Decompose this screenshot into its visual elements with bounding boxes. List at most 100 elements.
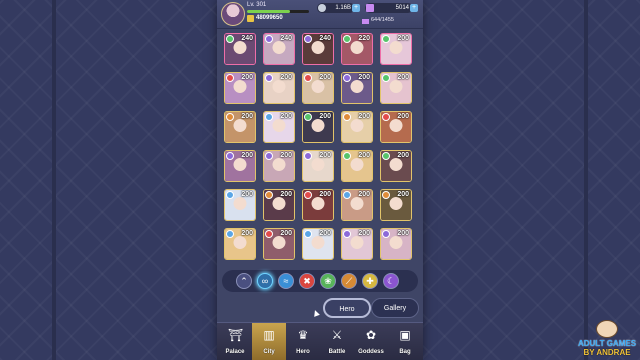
earth-element-icon[interactable]: ⟋	[341, 273, 357, 289]
hero-card[interactable]: 200	[341, 189, 373, 221]
tab-hero[interactable]: Hero	[323, 298, 371, 318]
hero-card[interactable]: 200	[380, 150, 412, 182]
hero-element-badge	[382, 191, 390, 199]
nav-label: Battle	[328, 349, 346, 355]
hero-card[interactable]: 200	[263, 111, 295, 143]
water-element-icon[interactable]: ≈	[278, 273, 294, 289]
hero-level: 200	[397, 74, 409, 81]
hero-element-badge	[343, 230, 351, 238]
hero-icon: ♛	[297, 328, 309, 342]
nav-hero[interactable]: ♛ Hero	[286, 323, 320, 360]
hero-card[interactable]: 200	[380, 228, 412, 260]
hero-card[interactable]: 200	[380, 33, 412, 65]
hero-card[interactable]: 200	[380, 72, 412, 104]
hero-card[interactable]: 200	[380, 111, 412, 143]
wind-element-icon[interactable]: ❀	[320, 273, 336, 289]
hero-element-badge	[226, 152, 234, 160]
hero-level: 200	[280, 191, 292, 198]
infinity-icon[interactable]: ∞	[257, 273, 273, 289]
hero-element-badge	[226, 191, 234, 199]
mouse-cursor	[312, 309, 320, 317]
battle-icon: ⚔	[331, 328, 343, 342]
hero-card[interactable]: 200	[224, 111, 256, 143]
hero-level: 200	[280, 113, 292, 120]
hero-level: 200	[397, 230, 409, 237]
hero-level: 200	[319, 74, 331, 81]
hero-card[interactable]: 200	[263, 228, 295, 260]
hero-element-badge	[343, 35, 351, 43]
bag-icon: ▣	[399, 328, 411, 342]
light-element-icon-glyph: ✚	[366, 276, 374, 286]
goddess-icon: ✿	[365, 328, 377, 342]
nav-battle[interactable]: ⚔ Battle	[320, 323, 354, 360]
hero-level: 200	[397, 35, 409, 42]
hero-card[interactable]: 240	[224, 33, 256, 65]
hero-level: 200	[280, 230, 292, 237]
light-element-icon[interactable]: ✚	[362, 273, 378, 289]
hero-element-badge	[265, 74, 273, 82]
hero-card[interactable]: 200	[224, 228, 256, 260]
hero-card[interactable]: 240	[263, 33, 295, 65]
hero-card[interactable]: 200	[263, 189, 295, 221]
hero-element-badge	[343, 113, 351, 121]
power-icon	[247, 15, 254, 22]
hero-card[interactable]: 200	[263, 150, 295, 182]
hero-element-badge	[304, 113, 312, 121]
hero-card[interactable]: 200	[341, 111, 373, 143]
hero-card[interactable]: 200	[302, 228, 334, 260]
hero-level: 200	[241, 113, 253, 120]
hero-card[interactable]: 200	[341, 228, 373, 260]
nav-palace[interactable]: ⛩ Palace	[218, 323, 252, 360]
ticket-icon	[362, 19, 369, 24]
hero-card[interactable]: 200	[341, 72, 373, 104]
hero-level: 240	[241, 35, 253, 42]
nav-goddess[interactable]: ✿ Goddess	[354, 323, 388, 360]
hero-card[interactable]: 200	[302, 150, 334, 182]
hero-card[interactable]: 200	[302, 111, 334, 143]
dark-element-icon[interactable]: ☾	[383, 273, 399, 289]
infinity-icon-glyph: ∞	[261, 276, 269, 286]
hero-card[interactable]: 200	[263, 72, 295, 104]
gem-counter: 5014 +	[365, 3, 418, 13]
player-avatar[interactable]	[221, 2, 245, 26]
hero-element-badge	[226, 113, 234, 121]
hero-card[interactable]: 200	[341, 150, 373, 182]
hero-element-badge	[226, 35, 234, 43]
hero-element-badge	[304, 35, 312, 43]
chevron-up-icon[interactable]: ⌃	[236, 273, 252, 289]
nav-bag[interactable]: ▣ Bag	[388, 323, 422, 360]
add-coin-button[interactable]: +	[352, 4, 360, 12]
gem-value: 5014	[395, 5, 409, 11]
hero-card[interactable]: 220	[341, 33, 373, 65]
hero-card[interactable]: 240	[302, 33, 334, 65]
palace-icon: ⛩	[228, 328, 244, 342]
ticket-value: 644/1455	[371, 17, 394, 23]
watermark-line1: ADULT GAMES	[577, 339, 637, 348]
side-band-right	[584, 0, 588, 360]
hero-card[interactable]: 200	[224, 189, 256, 221]
hero-card[interactable]: 200	[224, 72, 256, 104]
hero-level: 200	[319, 230, 331, 237]
hero-level: 200	[319, 191, 331, 198]
hero-element-badge	[382, 113, 390, 121]
dark-element-icon-glyph: ☾	[386, 276, 396, 286]
fire-element-icon[interactable]: ✖	[299, 273, 315, 289]
nav-city[interactable]: ▥ City	[252, 323, 286, 360]
hero-level: 200	[358, 191, 370, 198]
nav-label: Hero	[296, 349, 310, 355]
hero-level: 200	[397, 152, 409, 159]
hero-card[interactable]: 200	[302, 189, 334, 221]
hero-element-badge	[304, 74, 312, 82]
hero-card[interactable]: 200	[302, 72, 334, 104]
hero-level: 200	[358, 152, 370, 159]
tab-gallery[interactable]: Gallery	[371, 298, 419, 318]
wind-element-icon-glyph: ❀	[324, 276, 332, 286]
hero-element-badge	[343, 74, 351, 82]
gem-icon	[366, 4, 374, 12]
hero-card[interactable]: 200	[380, 189, 412, 221]
nav-label: Goddess	[358, 349, 384, 355]
hero-level: 200	[241, 74, 253, 81]
hero-element-badge	[382, 74, 390, 82]
hero-card[interactable]: 200	[224, 150, 256, 182]
add-gem-button[interactable]: +	[410, 4, 418, 12]
